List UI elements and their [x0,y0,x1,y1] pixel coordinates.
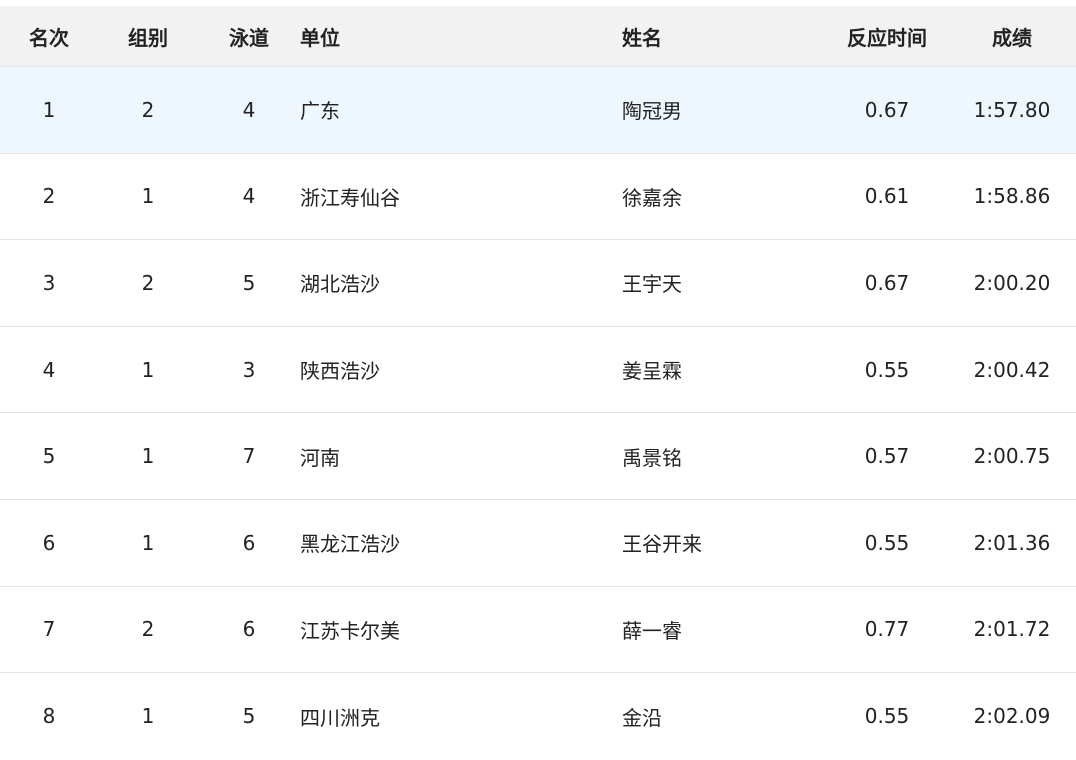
reaction-cell: 0.61 [864,184,910,209]
name-cell: 金沿 [622,705,662,730]
reaction-cell: 0.55 [864,530,910,555]
lane-cell: 3 [242,357,256,382]
reaction-cell: 0.57 [864,444,910,469]
lane-cell: 7 [242,444,256,469]
table-body: 1 2 4 广东 陶冠男 0.67 1:57.80 2 1 4 浙江寿仙谷 徐嘉… [0,67,1076,760]
rank-cell: 4 [42,357,56,382]
result-cell: 2:01.72 [973,617,1051,642]
lane-cell: 4 [242,184,256,209]
reaction-cell: 0.67 [864,97,910,122]
lane-cell: 5 [242,270,256,295]
header-name: 姓名 [622,25,662,50]
name-cell: 徐嘉余 [622,185,682,210]
table-row[interactable]: 5 1 7 河南 禹景铭 0.57 2:00.75 [0,413,1076,500]
lane-cell: 6 [242,617,256,642]
rank-cell: 3 [42,270,56,295]
unit-cell: 浙江寿仙谷 [300,185,400,210]
result-cell: 2:00.75 [973,444,1051,469]
lane-cell: 4 [242,97,256,122]
rank-cell: 8 [42,704,56,729]
table-row[interactable]: 7 2 6 江苏卡尔美 薛一睿 0.77 2:01.72 [0,587,1076,674]
name-cell: 薛一睿 [622,618,682,643]
result-cell: 2:00.42 [973,357,1051,382]
reaction-cell: 0.67 [864,270,910,295]
name-cell: 陶冠男 [622,99,682,124]
rank-cell: 5 [42,444,56,469]
group-cell: 2 [141,97,155,122]
name-cell: 王谷开来 [622,532,702,557]
header-reaction: 反应时间 [847,25,927,50]
rank-cell: 2 [42,184,56,209]
lane-cell: 5 [242,704,256,729]
unit-cell: 陕西浩沙 [300,359,380,384]
group-cell: 1 [141,704,155,729]
header-rank: 名次 [29,25,69,50]
result-cell: 1:57.80 [973,97,1051,122]
header-group: 组别 [128,25,168,50]
name-cell: 王宇天 [622,272,682,297]
header-lane: 泳道 [229,25,269,50]
unit-cell: 河南 [300,445,340,470]
group-cell: 2 [141,617,155,642]
table-row[interactable]: 3 2 5 湖北浩沙 王宇天 0.67 2:00.20 [0,240,1076,327]
table-row[interactable]: 1 2 4 广东 陶冠男 0.67 1:57.80 [0,67,1076,154]
table-row[interactable]: 2 1 4 浙江寿仙谷 徐嘉余 0.61 1:58.86 [0,154,1076,241]
results-table: 名次 组别 泳道 单位 姓名 反应时间 成绩 1 2 4 广东 陶冠男 0.67… [0,6,1076,760]
lane-cell: 6 [242,530,256,555]
group-cell: 1 [141,184,155,209]
result-cell: 2:00.20 [973,270,1051,295]
unit-cell: 四川洲克 [300,705,380,730]
rank-cell: 6 [42,530,56,555]
reaction-cell: 0.55 [864,357,910,382]
name-cell: 禹景铭 [622,445,682,470]
table-row[interactable]: 8 1 5 四川洲克 金沿 0.55 2:02.09 [0,673,1076,760]
rank-cell: 7 [42,617,56,642]
group-cell: 1 [141,357,155,382]
name-cell: 姜呈霖 [622,359,682,384]
table-header-row: 名次 组别 泳道 单位 姓名 反应时间 成绩 [0,6,1076,67]
rank-cell: 1 [42,97,56,122]
group-cell: 1 [141,530,155,555]
reaction-cell: 0.77 [864,617,910,642]
unit-cell: 广东 [300,99,340,124]
group-cell: 1 [141,444,155,469]
header-unit: 单位 [300,25,340,50]
header-result: 成绩 [992,25,1032,50]
result-cell: 2:02.09 [973,704,1051,729]
table-row[interactable]: 4 1 3 陕西浩沙 姜呈霖 0.55 2:00.42 [0,327,1076,414]
unit-cell: 湖北浩沙 [300,272,380,297]
unit-cell: 江苏卡尔美 [300,618,400,643]
group-cell: 2 [141,270,155,295]
reaction-cell: 0.55 [864,704,910,729]
result-cell: 2:01.36 [973,530,1051,555]
table-row[interactable]: 6 1 6 黑龙江浩沙 王谷开来 0.55 2:01.36 [0,500,1076,587]
unit-cell: 黑龙江浩沙 [300,532,400,557]
result-cell: 1:58.86 [973,184,1051,209]
